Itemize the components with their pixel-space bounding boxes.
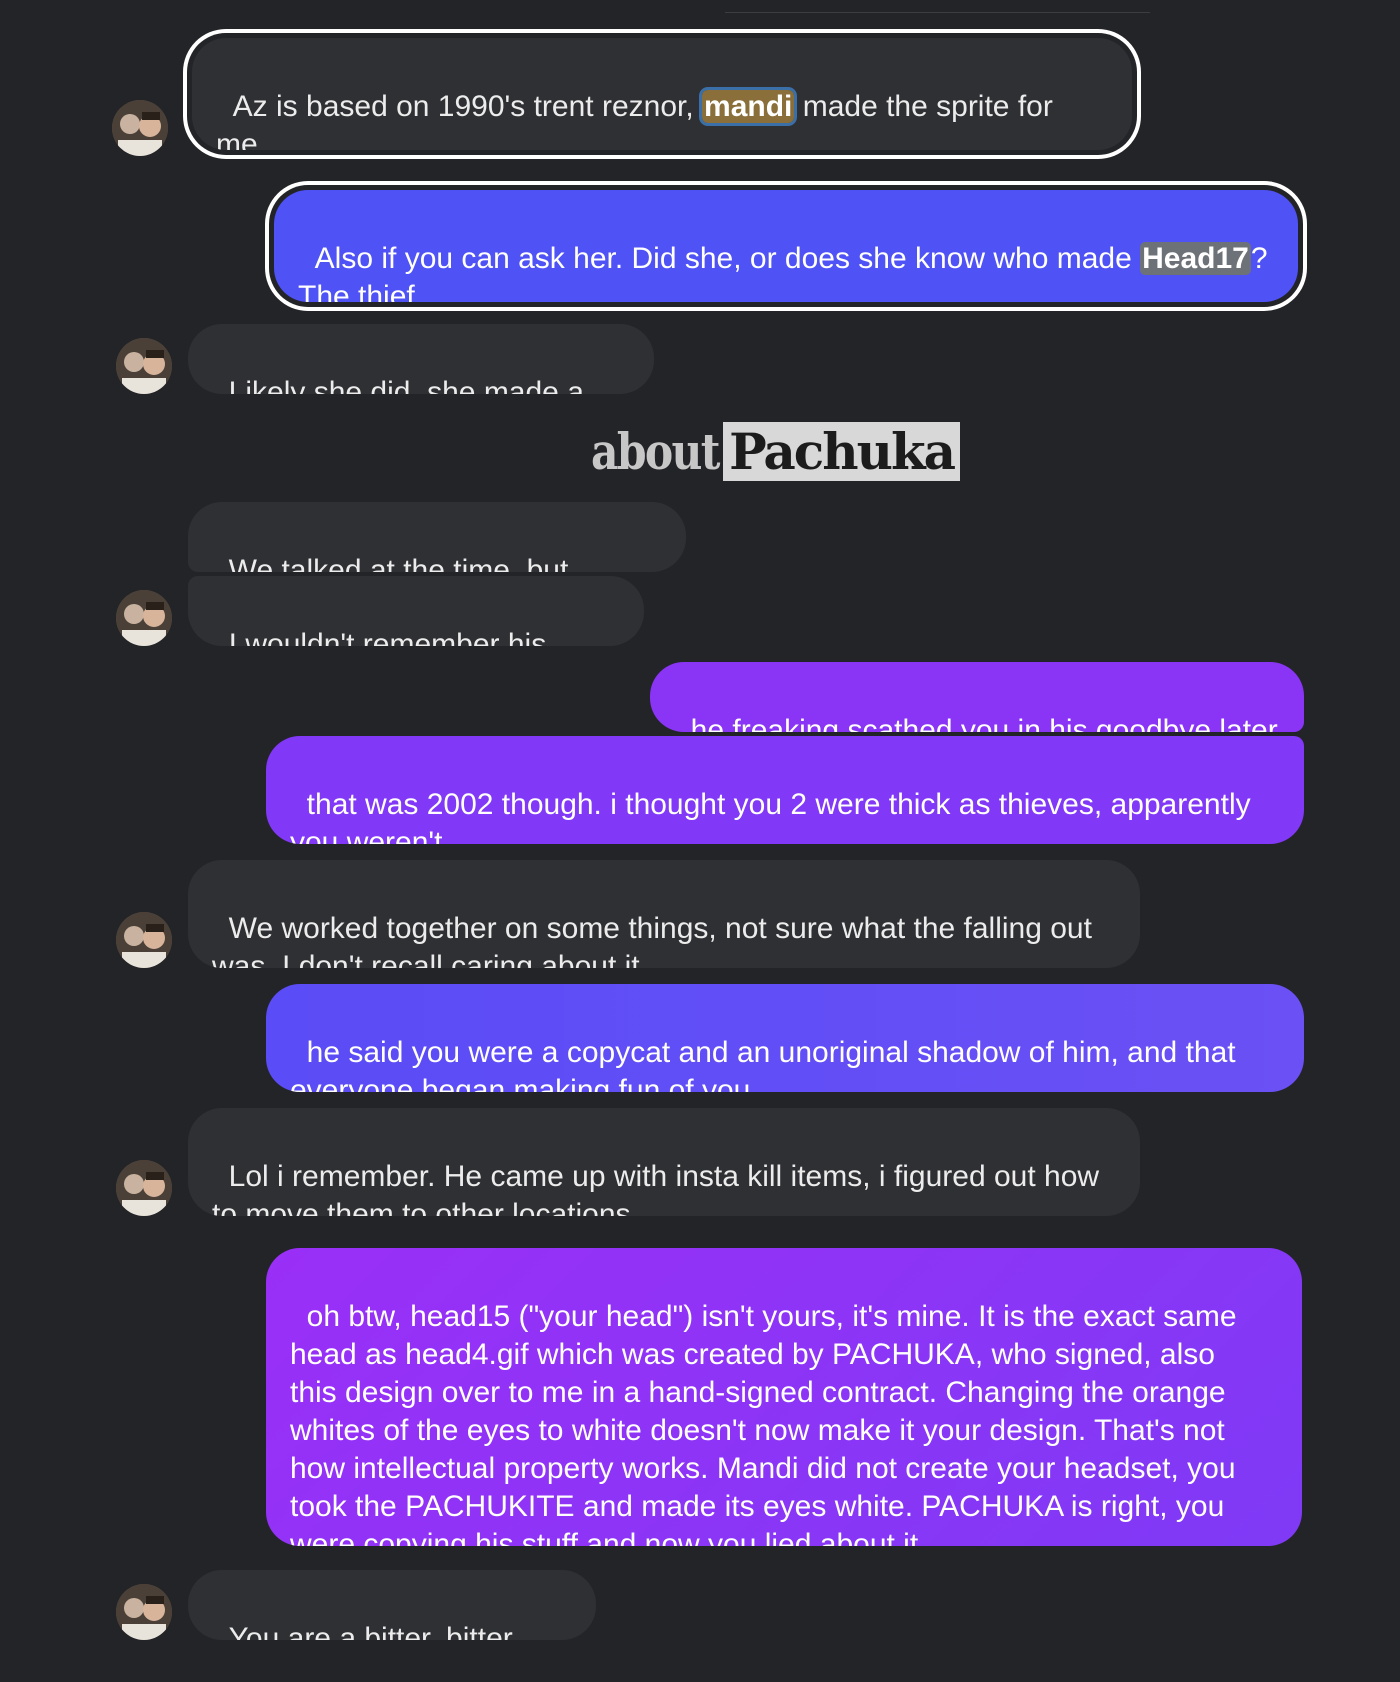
message-bubble-incoming[interactable]: We talked at the time, but barely. xyxy=(188,502,686,572)
message-bubble-outgoing[interactable]: oh btw, head15 ("your head") isn't yours… xyxy=(266,1248,1302,1546)
message-text: We worked together on some things, not s… xyxy=(212,912,1092,968)
message-bubble-incoming[interactable]: Likely she did, she made a few xyxy=(188,324,654,394)
message-bubble-outgoing[interactable]: that was 2002 though. i thought you 2 we… xyxy=(266,736,1304,844)
message-text: Az is based on 1990's trent reznor, xyxy=(232,90,703,123)
mention-highlight[interactable]: mandi xyxy=(702,90,795,123)
message-bubble-incoming[interactable]: I wouldn't remember his voice xyxy=(188,576,644,646)
message-text: Likely she did, she made a few xyxy=(228,376,584,394)
message-text: he freaking scathed you in his goodbye l… xyxy=(690,714,1278,732)
message-text: he said you were a copycat and an unorig… xyxy=(290,1036,1236,1092)
avatar-photo-icon xyxy=(116,1160,172,1216)
about-pachuka-logo: about Pachuka xyxy=(591,420,960,482)
message-text: oh btw, head15 ("your head") isn't yours… xyxy=(290,1300,1237,1546)
avatar[interactable] xyxy=(116,912,172,968)
message-text: You are a bitter, bitter guy. xyxy=(228,1622,513,1640)
message-bubble-incoming[interactable]: Lol i remember. He came up with insta ki… xyxy=(188,1108,1140,1216)
mention-highlight[interactable]: Head17 xyxy=(1140,242,1251,275)
avatar[interactable] xyxy=(112,100,168,156)
message-text: Also if you can ask her. Did she, or doe… xyxy=(314,242,1141,275)
message-bubble-incoming[interactable]: We worked together on some things, not s… xyxy=(188,860,1140,968)
message-bubble-outgoing[interactable]: he freaking scathed you in his goodbye l… xyxy=(650,662,1304,732)
avatar[interactable] xyxy=(116,338,172,394)
avatar-photo-icon xyxy=(116,912,172,968)
avatar-photo-icon xyxy=(116,590,172,646)
logo-text-left: about xyxy=(591,421,720,481)
message-text: that was 2002 though. i thought you 2 we… xyxy=(290,788,1251,844)
avatar[interactable] xyxy=(116,1160,172,1216)
logo-text-right: Pachuka xyxy=(723,421,960,481)
message-text: Lol i remember. He came up with insta ki… xyxy=(212,1160,1100,1216)
avatar[interactable] xyxy=(116,590,172,646)
message-bubble-incoming[interactable]: Az is based on 1990's trent reznor, mand… xyxy=(192,38,1132,150)
message-text: I wouldn't remember his voice xyxy=(228,628,547,646)
avatar-photo-icon xyxy=(116,338,172,394)
avatar-photo-icon xyxy=(116,1584,172,1640)
message-bubble-incoming[interactable]: You are a bitter, bitter guy. xyxy=(188,1570,596,1640)
message-text: We talked at the time, but barely. xyxy=(228,554,569,572)
message-bubble-outgoing[interactable]: he said you were a copycat and an unorig… xyxy=(266,984,1304,1092)
avatar-photo-icon xyxy=(112,100,168,156)
message-bubble-outgoing[interactable]: Also if you can ask her. Did she, or doe… xyxy=(274,190,1298,302)
avatar[interactable] xyxy=(116,1584,172,1640)
top-divider xyxy=(725,12,1150,13)
